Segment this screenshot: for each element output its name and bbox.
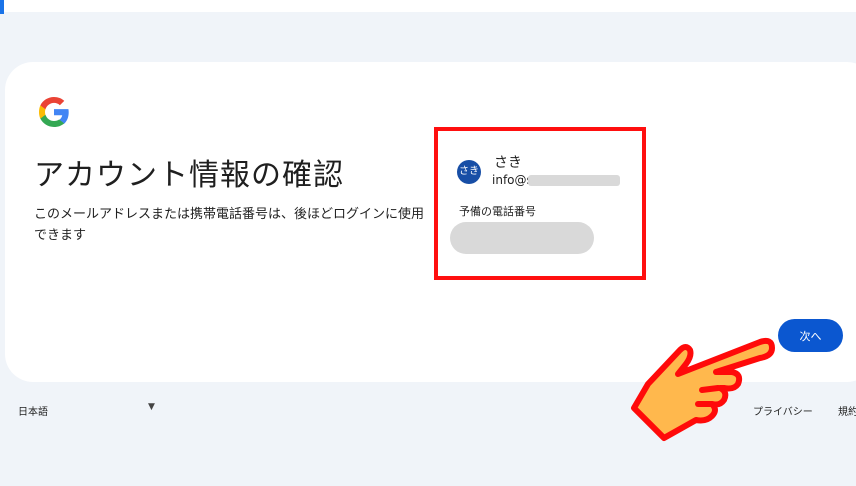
- chevron-down-icon: ▼: [148, 402, 155, 412]
- avatar: さき: [457, 160, 481, 184]
- account-email: info@s: [492, 173, 533, 187]
- terms-link[interactable]: 規約: [838, 403, 856, 418]
- pointing-hand-icon: [631, 337, 775, 441]
- account-name: さき: [494, 155, 522, 171]
- edge-marker: [0, 0, 4, 14]
- privacy-link[interactable]: プライバシー: [753, 403, 813, 418]
- page: アカウント情報の確認 このメールアドレスまたは携帯電話番号は、後ほどログインに使…: [0, 0, 856, 486]
- backup-phone-label: 予備の電話番号: [459, 205, 536, 218]
- next-button[interactable]: 次へ: [778, 319, 843, 352]
- page-description: このメールアドレスまたは携帯電話番号は、後ほどログインに使用できます: [34, 207, 425, 243]
- email-redaction: [528, 175, 620, 186]
- page-title: アカウント情報の確認: [34, 158, 344, 193]
- backup-phone-field[interactable]: [450, 222, 594, 254]
- language-label: 日本語: [18, 407, 48, 418]
- google-g-icon: [39, 97, 69, 127]
- language-select[interactable]: 日本語 ▼: [18, 402, 168, 418]
- top-bar: [0, 0, 856, 12]
